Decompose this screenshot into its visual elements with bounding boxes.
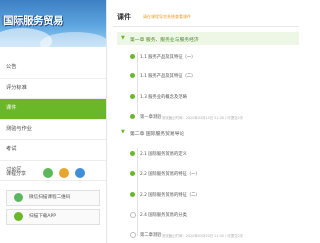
lesson-title: 2.4 国际服务贸易的分类: [140, 213, 187, 218]
share-label: 课程分享: [6, 171, 27, 177]
quiz-title: 第二章测验: [140, 233, 162, 238]
completed-dot-icon: [130, 54, 135, 59]
page-title: 课件: [117, 13, 131, 21]
wechat-qrcode-label: 微信扫描课程二维码: [29, 195, 71, 200]
chapter-header[interactable]: ▼ 第二章 国际服务贸易导论: [117, 126, 299, 139]
courseware-panel: 课件 请在课程导览系统查看课件 ▼ 第一章 服务、服务业与服务经济 1.1 服务…: [113, 0, 303, 243]
lesson-title: 2.2 国际服务贸易的特征（一）: [140, 172, 200, 177]
header-divider: [113, 26, 299, 27]
incomplete-dot-icon: [130, 232, 136, 238]
quiz-deadline: 测试截止时间：2020年03月10日 21:30 / 可提交2次: [162, 115, 244, 120]
completed-dot-icon: [130, 73, 135, 78]
chapter-header[interactable]: ▼ 第一章 服务、服务业与服务经济: [117, 32, 299, 45]
menu-item-exam[interactable]: 考试: [0, 140, 106, 161]
completed-dot-icon: [130, 94, 135, 99]
course-banner: 国际服务贸易: [0, 0, 106, 47]
quiz-item[interactable]: 第一章测验 测试截止时间：2020年03月10日 21:30 / 可提交2次: [117, 109, 299, 123]
courseware-tip: 请在课程导览系统查看课件: [143, 14, 191, 19]
quiz-item[interactable]: 第二章测验 测试截止时间：2020年03月20日 21:30 / 可提交2次: [117, 227, 299, 241]
download-app-label: 扫描下载APP: [29, 214, 57, 219]
wechat-qrcode-card[interactable]: 微信扫描课程二维码: [6, 190, 100, 206]
course-menu: 公告 评分标准 课件 测验与作业 考试 讨论区: [0, 58, 106, 181]
lesson-title: 1.1 服务产品及其特征（二）: [140, 74, 196, 79]
lesson-item[interactable]: 2.2 国际服务贸易的特征（一）: [117, 166, 299, 180]
wechat-icon: [14, 193, 23, 202]
wechat-share-icon[interactable]: [43, 168, 53, 178]
app-icon: [14, 212, 23, 221]
completed-dot-icon: [130, 151, 135, 156]
collapse-caret-icon: ▼: [121, 129, 125, 135]
menu-item-grading[interactable]: 评分标准: [0, 79, 106, 99]
completed-dot-icon: [130, 114, 135, 119]
lesson-item[interactable]: 1.1 服务产品及其特征（二）: [117, 68, 299, 82]
menu-item-quiz-homework[interactable]: 测验与作业: [0, 120, 106, 140]
lesson-title: 1.3 服务业的概念及范畴: [140, 95, 187, 100]
friends-share-icon[interactable]: [59, 168, 69, 178]
course-title: 国际服务贸易: [3, 15, 64, 27]
lesson-item[interactable]: 2.2 国际服务贸易的特征（二）: [117, 187, 299, 201]
completed-dot-icon: [130, 171, 135, 176]
lesson-item[interactable]: 2.1 国际服务贸易的定义: [117, 146, 299, 160]
quiz-title: 第一章测验: [140, 115, 162, 120]
course-share: 课程分享: [6, 168, 106, 180]
banner-cloud-decoration: [40, 32, 106, 47]
lesson-item[interactable]: 1.3 服务业的概念及范畴: [117, 89, 299, 103]
completed-dot-icon: [130, 192, 135, 197]
menu-item-announcement[interactable]: 公告: [0, 58, 106, 79]
lesson-title: 2.2 国际服务贸易的特征（二）: [140, 193, 200, 198]
lesson-item[interactable]: 2.4 国际服务贸易的分类: [117, 207, 299, 221]
qq-share-icon[interactable]: [75, 168, 85, 178]
lesson-title: 2.1 国际服务贸易的定义: [140, 152, 187, 157]
collapse-caret-icon: ▼: [121, 35, 125, 41]
lesson-title: 1.1 服务产品及其特征（一）: [140, 55, 196, 60]
course-sidebar: 国际服务贸易 公告 评分标准 课件 测验与作业 考试 讨论区 课程分享 微信扫描…: [0, 0, 107, 243]
chapter-title: 第一章 服务、服务业与服务经济: [130, 37, 199, 43]
lesson-item[interactable]: 1.1 服务产品及其特征（一）: [117, 49, 299, 63]
quiz-deadline: 测试截止时间：2020年03月20日 21:30 / 可提交2次: [162, 233, 244, 238]
menu-item-courseware[interactable]: 课件: [0, 99, 106, 120]
incomplete-dot-icon: [130, 212, 136, 218]
chapter-title: 第二章 国际服务贸易导论: [130, 131, 185, 137]
download-app-card[interactable]: 扫描下载APP: [6, 209, 100, 225]
